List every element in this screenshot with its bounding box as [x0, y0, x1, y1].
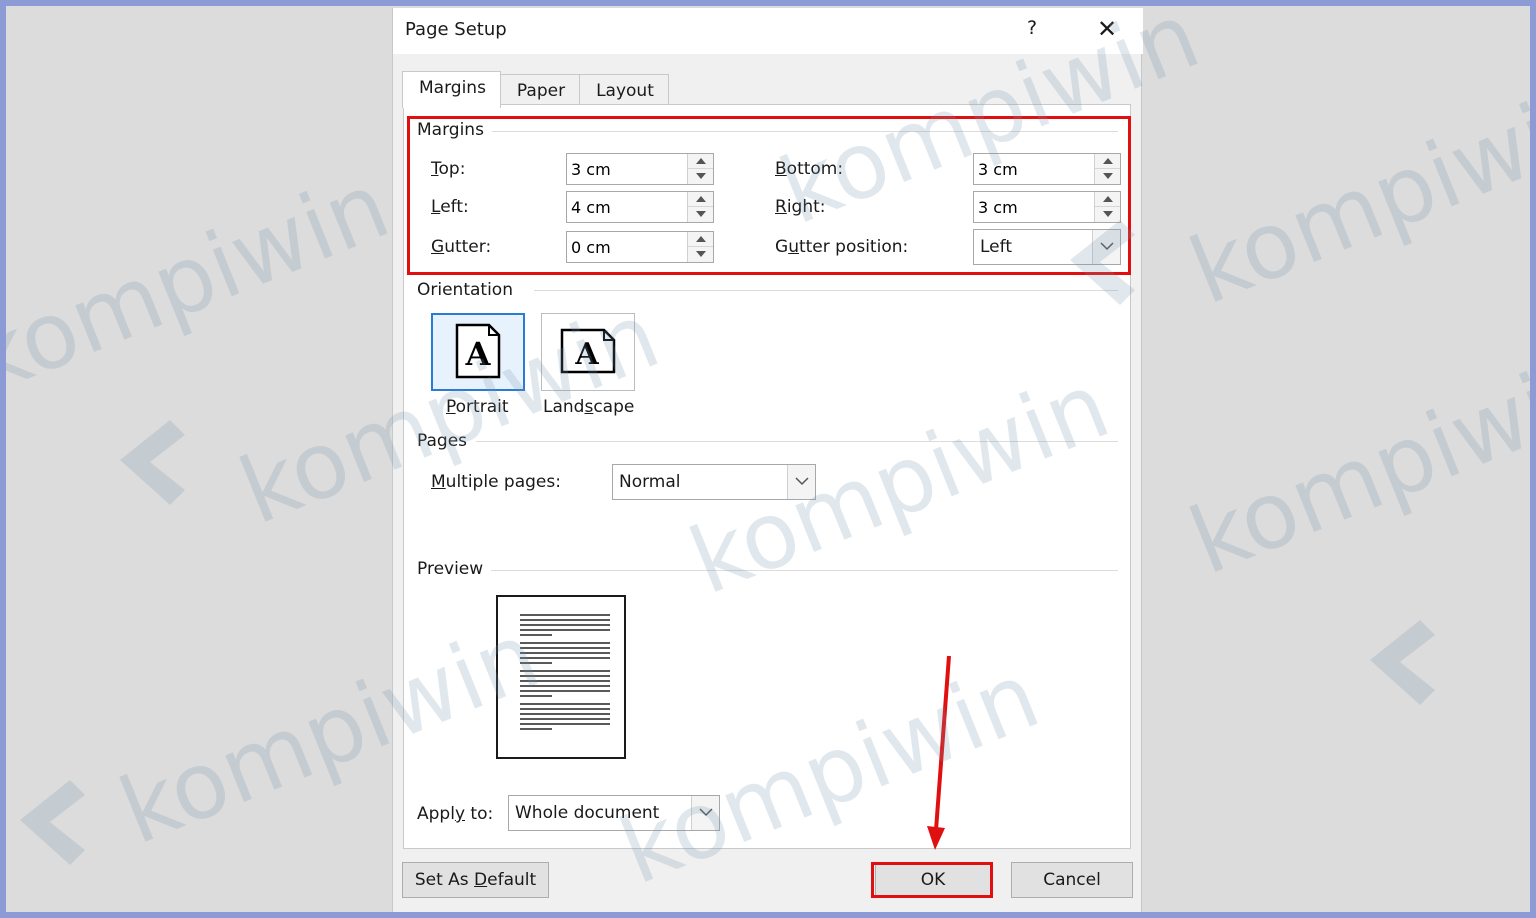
preview-divider: [486, 570, 1118, 571]
chevron-down-icon[interactable]: [1092, 230, 1120, 264]
margins-divider: [492, 131, 1118, 132]
left-margin-input[interactable]: [567, 192, 685, 222]
close-button[interactable]: ✕: [1093, 15, 1121, 43]
watermark-text: kompiwin: [1175, 61, 1536, 326]
gutter-up-icon[interactable]: [688, 232, 713, 247]
bottom-margin-up-icon[interactable]: [1095, 154, 1120, 169]
cancel-button[interactable]: Cancel: [1011, 862, 1133, 898]
page-setup-dialog: Page Setup ? ✕ Margins Paper Layout Marg…: [392, 8, 1143, 912]
tab-paper[interactable]: Paper: [499, 74, 581, 106]
chevron-down-icon[interactable]: [787, 465, 815, 499]
pages-section-label: Pages: [417, 431, 476, 451]
right-margin-up-icon[interactable]: [1095, 192, 1120, 207]
top-margin-down-icon[interactable]: [688, 169, 713, 184]
watermark-logo-icon: [1370, 620, 1435, 705]
portrait-page-icon: A: [455, 323, 501, 379]
svg-text:A: A: [574, 337, 599, 372]
title-bar: Page Setup ? ✕: [393, 8, 1143, 54]
landscape-label: Landscape: [543, 397, 635, 417]
pages-divider: [476, 441, 1118, 442]
portrait-label: Portrait: [446, 397, 509, 417]
preview-section-label: Preview: [417, 559, 492, 579]
right-margin-input[interactable]: [974, 192, 1092, 222]
right-margin-spinner: [973, 191, 1121, 223]
landscape-button[interactable]: A: [541, 313, 635, 391]
tab-strip: Margins Paper Layout: [402, 71, 669, 108]
watermark-logo-icon: [120, 420, 185, 505]
chevron-down-icon[interactable]: [691, 796, 719, 830]
orientation-divider: [534, 290, 1118, 291]
gutter-down-icon[interactable]: [688, 247, 713, 262]
gutter-position-label: Gutter position:: [775, 237, 909, 257]
multiple-pages-value: Normal: [619, 472, 681, 492]
red-arrow-icon: [927, 655, 951, 850]
apply-to-select[interactable]: Whole document: [508, 795, 720, 831]
help-button[interactable]: ?: [1021, 17, 1043, 39]
apply-to-label: Apply to:: [417, 804, 494, 824]
margins-panel: Margins Top: Left: Gutter: Bottom: Right…: [403, 104, 1131, 849]
margins-section-label: Margins: [417, 120, 492, 140]
set-as-default-button[interactable]: Set As Default: [402, 862, 549, 898]
gutter-label: Gutter:: [431, 237, 492, 257]
top-margin-input[interactable]: [567, 154, 685, 184]
orientation-section-label: Orientation: [417, 280, 521, 300]
left-margin-spinner: [566, 191, 714, 223]
preview-text-lines-icon: [520, 614, 610, 730]
gutter-position-select[interactable]: Left: [973, 229, 1121, 265]
svg-text:A: A: [465, 335, 492, 373]
right-label: Right:: [775, 197, 826, 217]
gutter-position-value: Left: [980, 237, 1012, 257]
bottom-margin-input[interactable]: [974, 154, 1092, 184]
bottom-margin-spinner: [973, 153, 1121, 185]
left-label: Left:: [431, 197, 469, 217]
top-margin-spinner: [566, 153, 714, 185]
multiple-pages-select[interactable]: Normal: [612, 464, 816, 500]
gutter-spinner: [566, 231, 714, 263]
portrait-button[interactable]: A: [431, 313, 525, 391]
gutter-input[interactable]: [567, 232, 685, 262]
watermark-logo-icon: [20, 780, 85, 865]
top-margin-up-icon[interactable]: [688, 154, 713, 169]
watermark-text: kompiwin: [0, 151, 404, 416]
left-margin-up-icon[interactable]: [688, 192, 713, 207]
right-margin-down-icon[interactable]: [1095, 207, 1120, 222]
watermark-text: kompiwin: [1175, 331, 1536, 596]
apply-to-value: Whole document: [515, 803, 660, 823]
tab-layout[interactable]: Layout: [579, 74, 669, 106]
preview-page: [496, 595, 626, 759]
dialog-title: Page Setup: [405, 19, 507, 40]
multiple-pages-label: Multiple pages:: [431, 472, 561, 492]
bottom-margin-down-icon[interactable]: [1095, 169, 1120, 184]
bottom-label: Bottom:: [775, 159, 844, 179]
landscape-page-icon: A: [560, 328, 616, 374]
left-margin-down-icon[interactable]: [688, 207, 713, 222]
tab-margins[interactable]: Margins: [402, 71, 501, 108]
ok-button[interactable]: OK: [875, 862, 991, 898]
top-label: Top:: [431, 159, 466, 179]
